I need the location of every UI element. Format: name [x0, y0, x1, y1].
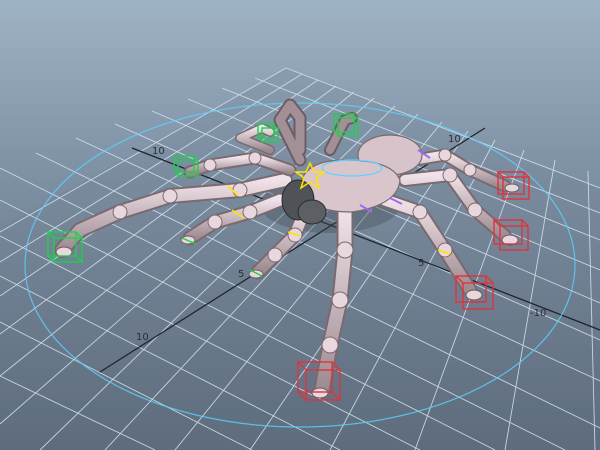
chelicera-right [297, 199, 327, 225]
grid-label-right-axis: -10 [530, 308, 546, 319]
grid-label-top-axis: 10 [448, 134, 461, 145]
grid-label-inner-left: 5 [238, 269, 244, 280]
grid-label-left-axis: 10 [152, 146, 165, 157]
maya-viewport[interactable]: 10 10 5 5 10 -10 [0, 0, 600, 450]
grid-label-inner-right: 5 [418, 258, 424, 269]
viewport-canvas[interactable]: 10 10 5 5 10 -10 [0, 0, 600, 450]
grid-label-bottom-left: 10 [136, 332, 149, 343]
